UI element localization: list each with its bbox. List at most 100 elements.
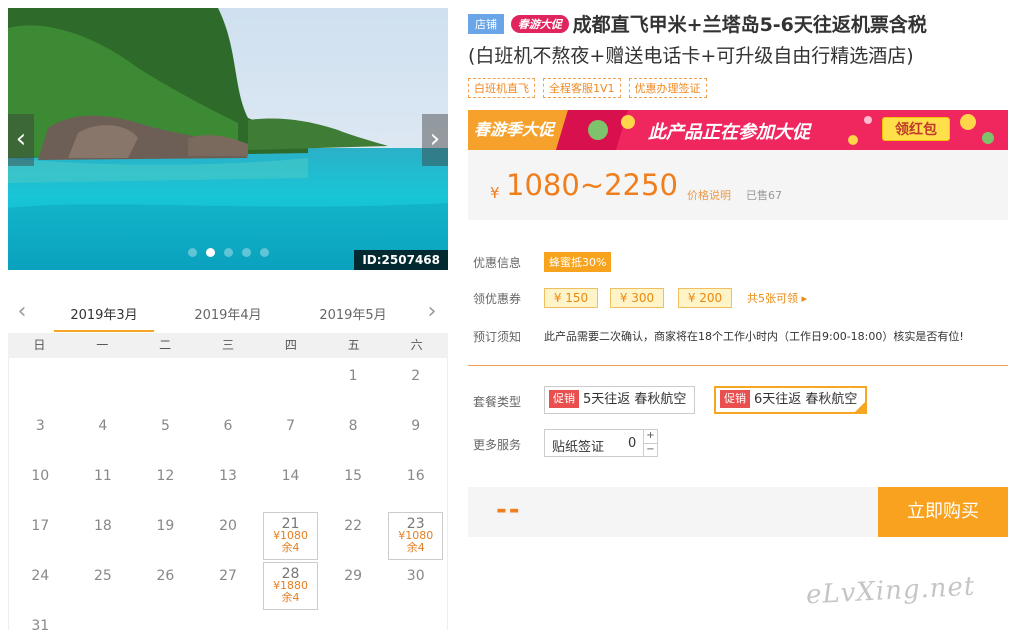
section-divider xyxy=(468,365,1008,366)
day-number: 5 xyxy=(160,418,170,434)
calendar-day: 10 xyxy=(9,458,72,508)
banner-text: 此产品正在参加大促 xyxy=(648,122,810,143)
weekday-label: 一 xyxy=(96,338,109,352)
day-number: 31 xyxy=(31,618,50,630)
weekday-label: 日 xyxy=(33,338,46,352)
site-watermark: eLvXing.net xyxy=(805,571,977,611)
day-number: 30 xyxy=(406,568,425,584)
photo-carousel: ‹ › ID:2507468 xyxy=(8,8,448,270)
calendar-prev-icon[interactable]: ‹ xyxy=(12,300,32,324)
calendar-weekday-header: 日 一 二 三 四 五 六 xyxy=(8,333,448,358)
weekday-label: 二 xyxy=(159,338,172,352)
day-number: 8 xyxy=(348,418,358,434)
calendar-day: 26 xyxy=(134,558,197,608)
day-number: 27 xyxy=(219,568,237,584)
day-number: 22 xyxy=(344,518,363,534)
calendar-empty-cell xyxy=(72,608,135,630)
package-option-5day[interactable]: 促销 5天往返 春秋航空 xyxy=(544,386,696,414)
calendar-day: 19 xyxy=(134,508,197,558)
island-photo xyxy=(8,8,448,270)
decrement-button[interactable]: − xyxy=(644,443,657,456)
calendar-day: 30 xyxy=(384,558,447,608)
feature-tag: 白班机直飞 xyxy=(468,78,535,98)
carousel-prev-button[interactable]: ‹ xyxy=(8,114,34,166)
calendar-day: 9 xyxy=(384,408,447,458)
promo-tag: 促销 xyxy=(720,390,750,408)
product-tags: 白班机直飞 全程客服1V1 优惠办理签证 xyxy=(468,78,1008,98)
buy-now-button[interactable]: 立即购买 xyxy=(878,487,1008,537)
calendar-empty-cell xyxy=(259,358,322,408)
coupon-more-link[interactable]: 共5张可领 ▸ xyxy=(747,290,807,306)
calendar-day: 3 xyxy=(9,408,72,458)
day-number: 12 xyxy=(156,468,175,484)
service-name: 贴纸签证 xyxy=(552,440,605,455)
day-number: 3 xyxy=(35,418,45,434)
carousel-dot[interactable] xyxy=(188,248,197,257)
calendar-day: 29 xyxy=(322,558,385,608)
total-price: -- xyxy=(496,495,522,525)
more-services-label: 更多服务 xyxy=(473,438,522,452)
package-option-6day[interactable]: 促销 6天往返 春秋航空 xyxy=(714,386,868,414)
calendar-day: 11 xyxy=(72,458,135,508)
carousel-dot[interactable] xyxy=(224,248,233,257)
price-currency: ¥ xyxy=(490,184,500,202)
day-stock: 余4 xyxy=(281,591,300,604)
calendar-empty-cell xyxy=(9,358,72,408)
package-name: 5天往返 春秋航空 xyxy=(583,392,687,407)
feature-tag: 全程客服1V1 xyxy=(543,78,621,98)
coupon-label: 领优惠券 xyxy=(473,292,522,306)
coupon-300[interactable]: ¥ 300 xyxy=(610,288,664,308)
calendar-day: 22 xyxy=(322,508,385,558)
day-number: 19 xyxy=(156,518,175,534)
carousel-dot[interactable] xyxy=(260,248,269,257)
calendar-day: 5 xyxy=(134,408,197,458)
day-stock: 余4 xyxy=(406,541,425,554)
coupon-200[interactable]: ¥ 200 xyxy=(678,288,732,308)
calendar-day: 18 xyxy=(72,508,135,558)
carousel-dot-active[interactable] xyxy=(206,248,215,257)
carousel-next-button[interactable]: › xyxy=(422,114,448,166)
day-number: 11 xyxy=(93,468,112,484)
tab-month-may[interactable]: 2019年5月 xyxy=(303,304,403,330)
service-quantity[interactable]: 0 xyxy=(628,436,636,451)
day-number: 25 xyxy=(93,568,112,584)
day-stock: 余4 xyxy=(281,541,300,554)
product-title: 成都直飞甲米+兰塔岛5-6天往返机票含税 xyxy=(572,14,927,36)
calendar-empty-cell xyxy=(197,358,260,408)
weekday-label: 四 xyxy=(284,338,297,352)
day-number: 26 xyxy=(156,568,175,584)
calendar-next-icon[interactable]: › xyxy=(422,300,442,324)
calendar-day: 8 xyxy=(322,408,385,458)
day-number: 14 xyxy=(281,468,300,484)
day-number: 6 xyxy=(223,418,233,434)
day-number: 16 xyxy=(406,468,425,484)
calendar-day: 31 xyxy=(9,608,72,630)
weekday-label: 五 xyxy=(347,338,360,352)
discount-badge: 蜂蜜抵30% xyxy=(544,252,612,272)
get-red-packet-button[interactable]: 领红包 xyxy=(882,117,950,141)
calendar-day-available[interactable]: 28 ¥1880 余4 xyxy=(259,558,322,610)
calendar-empty-cell xyxy=(72,358,135,408)
selected-check-icon xyxy=(855,402,866,412)
coupon-150[interactable]: ¥ 150 xyxy=(544,288,598,308)
calendar-day-available[interactable]: 23 ¥1080 余4 xyxy=(384,508,447,560)
booking-notice-label: 预订须知 xyxy=(473,330,522,344)
carousel-dot[interactable] xyxy=(242,248,251,257)
calendar-day-available[interactable]: 21 ¥1080 余4 xyxy=(259,508,322,560)
price-explanation-link[interactable]: 价格说明 xyxy=(687,187,731,203)
increment-button[interactable]: + xyxy=(644,430,657,443)
shop-badge[interactable]: 店铺 xyxy=(468,14,504,34)
promo-banner[interactable]: 春游季大促 此产品正在参加大促 领红包 xyxy=(468,110,1008,150)
day-number: 13 xyxy=(219,468,237,484)
purchase-bar: -- 立即购买 xyxy=(468,487,1008,537)
calendar-empty-cell xyxy=(384,608,447,630)
promo-badge: 春游大促 xyxy=(510,15,569,33)
sold-count: 已售67 xyxy=(746,189,782,202)
calendar-day: 20 xyxy=(197,508,260,558)
image-id-label: ID:2507468 xyxy=(354,250,448,270)
calendar-day: 14 xyxy=(259,458,322,508)
discount-label: 优惠信息 xyxy=(473,256,522,270)
weekday-label: 三 xyxy=(221,338,234,352)
tab-month-april[interactable]: 2019年4月 xyxy=(178,304,278,330)
tab-month-march[interactable]: 2019年3月 xyxy=(54,304,154,332)
